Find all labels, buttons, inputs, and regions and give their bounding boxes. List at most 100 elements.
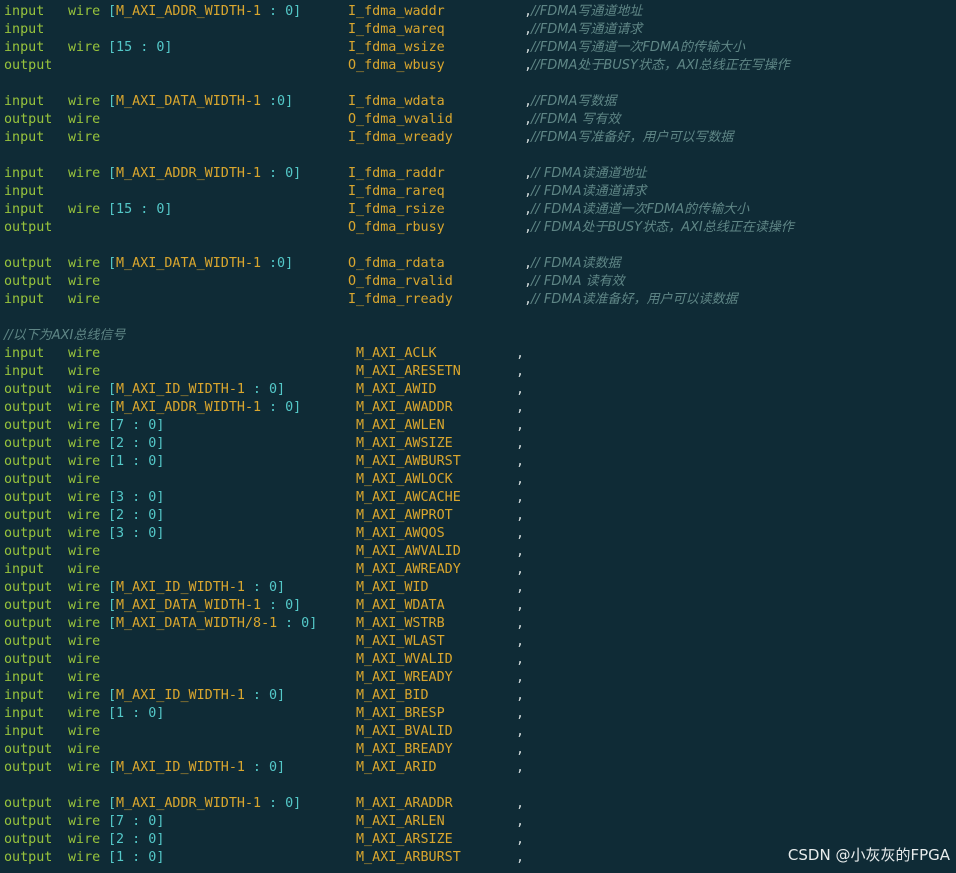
code-line: output wire [M_AXI_ADDR_WIDTH-1 : 0] M_AXI_… — [4, 399, 956, 417]
port-type: wire — [68, 814, 101, 829]
code-line: output wire [1 : 0] M_AXI_AWBURST, — [4, 453, 956, 471]
port-type: wire — [68, 382, 101, 397]
signal-name: I_fdma_waddr — [348, 4, 445, 19]
comma: , — [516, 472, 525, 487]
range-close: : 0] — [260, 4, 302, 19]
comma: , — [516, 400, 525, 415]
range-close: [3 : 0] — [108, 526, 165, 541]
port-type: wire — [68, 544, 101, 559]
signal-name: O_fdma_rdata — [348, 256, 445, 271]
code-line: output wire [M_AXI_ADDR_WIDTH-1 : 0] M_AXI_… — [4, 795, 956, 813]
port-direction: input — [4, 688, 45, 703]
comma: , — [516, 634, 525, 649]
code-line: output wire M_AXI_WLAST, — [4, 633, 956, 651]
port-type: wire — [68, 400, 101, 415]
port-direction: output — [4, 598, 53, 613]
port-type: wire — [68, 94, 101, 109]
port-direction: input — [4, 184, 45, 199]
range-close: : 0] — [260, 598, 302, 613]
comma: , — [516, 850, 525, 865]
line-comment: // FDMA读准备好，用户可以读数据 — [531, 292, 738, 307]
port-type: wire — [68, 724, 101, 739]
range-close: : 0] — [260, 166, 302, 181]
port-direction: output — [4, 580, 53, 595]
range-close: : 0] — [260, 400, 302, 415]
port-direction: input — [4, 346, 45, 361]
range-close: [1 : 0] — [108, 454, 165, 469]
range-open: [ — [108, 688, 117, 703]
port-type: wire — [68, 796, 101, 811]
code-line: output O_fdma_rbusy,// FDMA处于BUSY状态，AXI总线… — [4, 219, 956, 237]
code-line: output wire [M_AXI_DATA_WIDTH-1 : 0] M_AXI_… — [4, 597, 956, 615]
range-open: [ — [108, 760, 117, 775]
range-close: : 0] — [244, 382, 286, 397]
comma: , — [516, 346, 525, 361]
range-width: M_AXI_ADDR_WIDTH-1 — [116, 400, 262, 415]
code-line: input I_fdma_rareq,// FDMA读通道请求 — [4, 183, 956, 201]
line-comment: // FDMA读通道一次FDMA的传输大小 — [531, 202, 750, 217]
code-line: input wire [M_AXI_ADDR_WIDTH-1 : 0] I_fdma_… — [4, 3, 956, 21]
comma: , — [516, 418, 525, 433]
port-direction: output — [4, 850, 53, 865]
range-close: [3 : 0] — [108, 490, 165, 505]
range-open: [ — [108, 400, 117, 415]
port-direction: output — [4, 58, 53, 73]
code-line: output wire [2 : 0] M_AXI_AWPROT, — [4, 507, 956, 525]
line-comment: // FDMA读数据 — [531, 256, 621, 271]
port-direction: output — [4, 274, 53, 289]
signal-name: O_fdma_wbusy — [348, 58, 445, 73]
port-type: wire — [68, 616, 101, 631]
comma: , — [516, 490, 525, 505]
port-type: wire — [68, 274, 101, 289]
signal-name: M_AXI_AWCACHE — [356, 490, 461, 505]
code-line: input wire I_fdma_rready,// FDMA读准备好，用户可以读… — [4, 291, 956, 309]
code-line: output wire [M_AXI_ID_WIDTH-1 : 0] M_AXI_AR… — [4, 759, 956, 777]
port-direction: output — [4, 814, 53, 829]
range-close: : 0] — [244, 688, 286, 703]
port-type: wire — [68, 562, 101, 577]
range-open: [ — [108, 382, 117, 397]
comma: , — [516, 670, 525, 685]
range-close: :0] — [260, 256, 294, 271]
code-line: input wire M_AXI_ARESETN, — [4, 363, 956, 381]
code-line: input wire [M_AXI_DATA_WIDTH-1 :0] I_fdma_w… — [4, 93, 956, 111]
range-width: M_AXI_ID_WIDTH-1 — [116, 688, 245, 703]
port-direction: input — [4, 94, 45, 109]
signal-name: M_AXI_AWLOCK — [356, 472, 453, 487]
comma: , — [516, 526, 525, 541]
port-direction: output — [4, 616, 53, 631]
code-line: output wire [M_AXI_ID_WIDTH-1 : 0] M_AXI_AW… — [4, 381, 956, 399]
code-editor[interactable]: input wire[M_AXI_ADDR_WIDTH-1 : 0] I_fdma_… — [4, 3, 956, 867]
signal-name: O_fdma_wvalid — [348, 112, 453, 127]
port-direction: output — [4, 220, 53, 235]
signal-name: M_AXI_AWQOS — [356, 526, 445, 541]
range-open: [ — [108, 166, 117, 181]
range-close: : 0] — [244, 760, 286, 775]
comma: , — [516, 616, 525, 631]
signal-name: O_fdma_rvalid — [348, 274, 453, 289]
code-line: output wire M_AXI_AWVALID, — [4, 543, 956, 561]
port-type: wire — [68, 364, 101, 379]
range-close: [7 : 0] — [108, 814, 165, 829]
signal-name: I_fdma_wsize — [348, 40, 445, 55]
signal-name: M_AXI_AWSIZE — [356, 436, 453, 451]
port-type: wire — [68, 130, 101, 145]
port-direction: output — [4, 382, 53, 397]
port-type: wire — [68, 688, 101, 703]
code-line: output wire [7 : 0] M_AXI_ARLEN, — [4, 813, 956, 831]
port-type: wire — [68, 436, 101, 451]
signal-name: O_fdma_rbusy — [348, 220, 445, 235]
range-close: [15 : 0] — [108, 202, 173, 217]
port-type: wire — [68, 742, 101, 757]
port-direction: output — [4, 508, 53, 523]
port-type: wire — [68, 580, 101, 595]
signal-name: M_AXI_AWPROT — [356, 508, 453, 523]
port-direction: output — [4, 544, 53, 559]
signal-name: M_AXI_ARLEN — [356, 814, 445, 829]
range-close: : 0] — [244, 580, 286, 595]
code-line: output wire [M_AXI_DATA_WIDTH-1 :0] O_fdma_… — [4, 255, 956, 273]
port-direction: output — [4, 760, 53, 775]
port-type: wire — [68, 202, 101, 217]
